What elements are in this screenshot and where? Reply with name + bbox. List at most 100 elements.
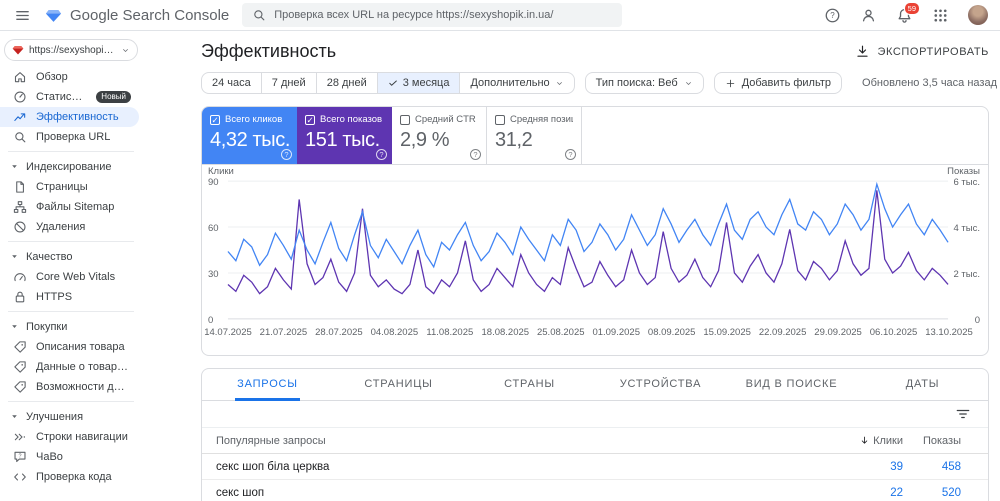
- tab-pages[interactable]: СТРАНИЦЫ: [333, 369, 464, 400]
- date-range-28d[interactable]: 28 дней: [315, 73, 377, 93]
- sidebar-item-label: Возможности для прод...: [36, 381, 131, 393]
- performance-icon: [13, 110, 27, 124]
- sidebar-item-overview[interactable]: Обзор: [0, 67, 139, 87]
- impressions-cell: 520: [941, 486, 961, 499]
- left-axis-tick: 90: [208, 177, 219, 188]
- tab-dates[interactable]: ДАТЫ: [857, 369, 988, 400]
- help-button[interactable]: ?: [824, 7, 841, 24]
- page-icon: [13, 180, 27, 194]
- url-inspection-searchbox[interactable]: [242, 3, 623, 27]
- removal-icon: [13, 220, 27, 234]
- metric-label: Средняя позиция: [510, 114, 573, 125]
- metric-checkbox[interactable]: ✓: [210, 114, 220, 125]
- search-icon: [252, 8, 266, 22]
- sidebar-item-code-check[interactable]: Проверка кода: [0, 467, 139, 487]
- apps-grid-icon: [932, 7, 949, 24]
- sidebar-divider: [8, 241, 134, 242]
- sidebar-section-indexing[interactable]: Индексирование: [0, 156, 200, 177]
- sidebar-item-label: Обзор: [36, 71, 68, 83]
- sidebar-item-https[interactable]: HTTPS: [0, 287, 139, 307]
- chip-label: Добавить фильтр: [741, 77, 831, 89]
- chart-area: Клики Показы 90 60 30 0 6 тыс. 4 тыс. 2 тыс. 0 14.…: [202, 165, 988, 355]
- sidebar-section-experience[interactable]: Качество: [0, 246, 200, 267]
- sidebar-item-insights[interactable]: Статистика Новый: [0, 87, 139, 107]
- property-url: https://sexyshopik.in.ua/: [29, 44, 116, 56]
- clicks-column-header[interactable]: Клики: [843, 435, 903, 447]
- chip-label: Дополнительно: [470, 77, 550, 89]
- sort-descending-icon: [859, 435, 870, 446]
- property-selector[interactable]: https://sexyshopik.in.ua/: [4, 39, 138, 61]
- search-input[interactable]: [274, 9, 613, 21]
- metric-checkbox[interactable]: [495, 114, 505, 125]
- sitemap-icon: [13, 200, 27, 214]
- sidebar-item-url-inspection[interactable]: Проверка URL: [0, 127, 139, 147]
- export-label: ЭКСПОРТИРОВАТЬ: [877, 45, 989, 58]
- table-row[interactable]: секс шоп біла церква 39 458: [202, 454, 988, 480]
- series-clicks: [227, 181, 949, 269]
- svg-text:?: ?: [18, 454, 21, 460]
- tab-label: ЗАПРОСЫ: [235, 369, 300, 401]
- date-range-7d[interactable]: 7 дней: [260, 73, 316, 93]
- metric-help-icon[interactable]: ?: [565, 149, 576, 160]
- new-badge: Новый: [96, 91, 131, 103]
- date-range-3m[interactable]: 3 месяца: [376, 73, 460, 93]
- table-header: Популярные запросы Клики Показы: [202, 428, 988, 454]
- metric-checkbox[interactable]: ✓: [305, 114, 315, 125]
- tab-countries[interactable]: СТРАНЫ: [464, 369, 595, 400]
- clicks-cell: 22: [890, 486, 903, 499]
- logo-text: Google Search Console: [70, 6, 230, 24]
- sidebar-item-sitemaps[interactable]: Файлы Sitemap: [0, 197, 139, 217]
- account-button[interactable]: [860, 7, 877, 24]
- notifications-button[interactable]: 59: [896, 1, 920, 24]
- sidebar-item-label: Файлы Sitemap: [36, 201, 115, 213]
- x-axis-label: 15.09.2025: [703, 327, 751, 338]
- date-range-24h[interactable]: 24 часа: [202, 73, 261, 93]
- table-filter-button[interactable]: [955, 406, 971, 422]
- tab-devices[interactable]: УСТРОЙСТВА: [595, 369, 726, 400]
- search-type-chip[interactable]: Тип поиска: Веб: [584, 72, 704, 94]
- google-apps-button[interactable]: [932, 7, 949, 24]
- tag-icon: [13, 340, 27, 354]
- query-cell[interactable]: секс шоп: [202, 487, 843, 499]
- chip-label: 3 месяца: [402, 77, 450, 89]
- sidebar-item-pages[interactable]: Страницы: [0, 177, 139, 197]
- metric-checkbox[interactable]: [400, 114, 410, 125]
- metric-value: 2,9 %: [400, 129, 450, 151]
- sidebar-item-merchant-listings[interactable]: Данные о товарах прод...: [0, 357, 139, 377]
- metric-card-average-position[interactable]: Средняя позиция 31,2?: [487, 107, 582, 164]
- export-button[interactable]: ЭКСПОРТИРОВАТЬ: [855, 44, 989, 59]
- date-range-advanced[interactable]: Дополнительно: [459, 73, 573, 93]
- metric-help-icon[interactable]: ?: [281, 149, 292, 160]
- chip-label: 7 дней: [271, 77, 306, 89]
- hamburger-menu-button[interactable]: [14, 7, 31, 24]
- metric-card-average-ctr[interactable]: Средний CTR 2,9 %?: [392, 107, 487, 164]
- x-axis-label: 04.08.2025: [370, 327, 419, 338]
- add-filter-chip[interactable]: Добавить фильтр: [713, 72, 842, 94]
- chip-label: 28 дней: [326, 77, 367, 89]
- search-console-logo[interactable]: Google Search Console: [45, 7, 229, 24]
- filter-bar: 24 часа 7 дней 28 дней 3 месяца Дополнительн…: [201, 72, 997, 94]
- sidebar-item-shopping-opportunities[interactable]: Возможности для прод...: [0, 377, 139, 397]
- help-icon: ?: [824, 7, 841, 24]
- sidebar-item-core-web-vitals[interactable]: Core Web Vitals: [0, 267, 139, 287]
- right-axis-tick: 0: [974, 315, 980, 326]
- x-axis-label: 29.09.2025: [814, 327, 862, 338]
- tab-search-appearance[interactable]: ВИД В ПОИСКЕ: [726, 369, 857, 400]
- sidebar-item-removals[interactable]: Удаления: [0, 217, 139, 237]
- table-row[interactable]: секс шоп 22 520: [202, 480, 988, 501]
- query-cell[interactable]: секс шоп біла церква: [202, 461, 843, 473]
- metric-card-total-clicks[interactable]: ✓ Всего кликов 4,32 тыс.?: [202, 107, 297, 164]
- metric-card-total-impressions[interactable]: ✓ Всего показов 151 тыс.?: [297, 107, 392, 164]
- impressions-column-header[interactable]: Показы: [903, 435, 961, 447]
- sidebar-section-shopping[interactable]: Покупки: [0, 316, 200, 337]
- metric-help-icon[interactable]: ?: [470, 149, 481, 160]
- sidebar-item-breadcrumbs[interactable]: Строки навигации: [0, 427, 139, 447]
- avatar[interactable]: [968, 5, 988, 25]
- sidebar-item-performance[interactable]: Эффективность: [0, 107, 139, 127]
- tab-queries[interactable]: ЗАПРОСЫ: [202, 369, 333, 401]
- sidebar-item-product-snippets[interactable]: Описания товара: [0, 337, 139, 357]
- sidebar-item-faq[interactable]: ? ЧаВо: [0, 447, 139, 467]
- metric-help-icon[interactable]: ?: [376, 149, 387, 160]
- sidebar-section-enhancements[interactable]: Улучшения: [0, 406, 200, 427]
- right-axis-tick: 2 тыс.: [953, 269, 981, 280]
